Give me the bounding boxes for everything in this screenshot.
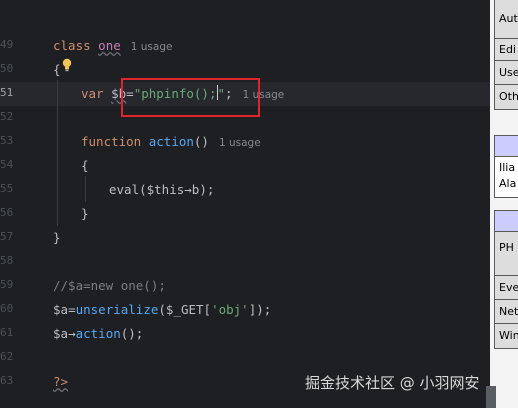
table-row: Oth [495, 85, 518, 109]
code-text: eval($this→b); [109, 181, 214, 199]
table-row: Use [495, 61, 518, 85]
variable: $a [53, 302, 69, 317]
table-row: Ilia Ala [495, 157, 518, 197]
usage-hint[interactable]: 1 usage [219, 137, 261, 149]
args: ($_GET[ [158, 302, 212, 317]
code-line[interactable]: 58 [0, 250, 490, 274]
code-line[interactable]: 59 //$a=new one(); [0, 274, 490, 298]
method-name[interactable]: action [149, 134, 194, 149]
code-line[interactable]: 61 $a→action(); [0, 322, 490, 346]
highlight-annotation-box [121, 78, 260, 117]
info-table-2: Ilia Ala [494, 135, 518, 198]
line-number: 62 [0, 350, 14, 363]
table-row: Aut [495, 0, 518, 39]
method-call[interactable]: action [76, 326, 121, 341]
code-editor[interactable]: 49 class one 1 usage 50 { 51 var $b="phpi… [0, 0, 490, 408]
keyword-function: function [81, 134, 142, 149]
class-name[interactable]: one [98, 38, 121, 53]
call-end: (); [120, 326, 144, 341]
code-text: { [81, 158, 89, 173]
code-text: class one 1 usage [53, 37, 172, 56]
table-row: Edi [495, 39, 518, 61]
line-number: 55 [0, 182, 14, 195]
table-row: Net [495, 300, 518, 324]
table-header [495, 211, 518, 232]
line-number: 61 [0, 326, 14, 339]
code-line[interactable]: 54 { [0, 154, 490, 178]
eval-call[interactable]: eval [109, 182, 139, 197]
table-cell: Ilia [499, 161, 516, 174]
line-number: 57 [0, 230, 14, 243]
keyword-var: var [81, 86, 104, 101]
table-row: PH [495, 232, 518, 276]
code-text: function action() 1 usage [81, 133, 261, 152]
code-line[interactable]: 60 $a=unserialize($_GET['obj']); [0, 298, 490, 322]
code-line[interactable]: 53 function action() 1 usage [0, 130, 490, 154]
watermark-text: 掘金技术社区 @ 小羽网安 [305, 374, 480, 392]
comment-text: //$a=new one(); [53, 278, 166, 293]
line-number: 56 [0, 206, 14, 219]
arrow-operator: → [68, 326, 76, 341]
table-cell: Ala [499, 177, 517, 190]
variable: $a [53, 326, 69, 341]
code-line[interactable]: 55 eval($this→b); [0, 178, 490, 202]
code-text: $a=unserialize($_GET['obj']); [53, 301, 271, 319]
function-call[interactable]: unserialize [76, 302, 159, 317]
indent-guide [85, 176, 86, 202]
info-table-1: Aut Edi Use Oth [494, 0, 518, 110]
line-number: 52 [0, 110, 14, 123]
table-row: Eve [495, 276, 518, 300]
side-panel: Aut Edi Use Oth Ilia Ala PH Eve Net Win [490, 0, 518, 408]
scrollbar-thumb[interactable] [486, 386, 496, 408]
code-text: $a→action(); [53, 325, 143, 343]
info-table-3: PH Eve Net Win [494, 210, 518, 349]
code-line[interactable]: 62 [0, 346, 490, 370]
operator: = [68, 302, 76, 317]
line-number: 63 [0, 374, 14, 387]
line-number: 54 [0, 158, 14, 171]
lightbulb-icon[interactable] [61, 58, 73, 72]
string-literal: 'obj' [211, 302, 249, 317]
code-text: { [53, 62, 61, 77]
parens: () [193, 134, 209, 149]
table-row: Win [495, 324, 518, 348]
code-text: } [53, 230, 61, 245]
code-line[interactable]: 57 } [0, 226, 490, 250]
keyword-class: class [53, 38, 91, 53]
code-text: } [81, 206, 89, 221]
line-number: 51 [0, 86, 14, 99]
args-close: ]); [248, 302, 272, 317]
line-number: 59 [0, 278, 14, 291]
line-number: 53 [0, 134, 14, 147]
line-number: 58 [0, 254, 14, 267]
indent-guide [57, 80, 58, 226]
line-number: 49 [0, 38, 14, 51]
php-close-tag: ?> [53, 374, 69, 389]
line-number: 60 [0, 302, 14, 315]
code-line[interactable]: 56 } [0, 202, 490, 226]
eval-args: ($this→b); [139, 182, 215, 197]
usage-hint[interactable]: 1 usage [131, 41, 173, 53]
line-number: 50 [0, 62, 14, 75]
code-line[interactable]: 49 class one 1 usage [0, 34, 490, 58]
table-header [495, 136, 518, 157]
code-line[interactable] [0, 0, 490, 18]
